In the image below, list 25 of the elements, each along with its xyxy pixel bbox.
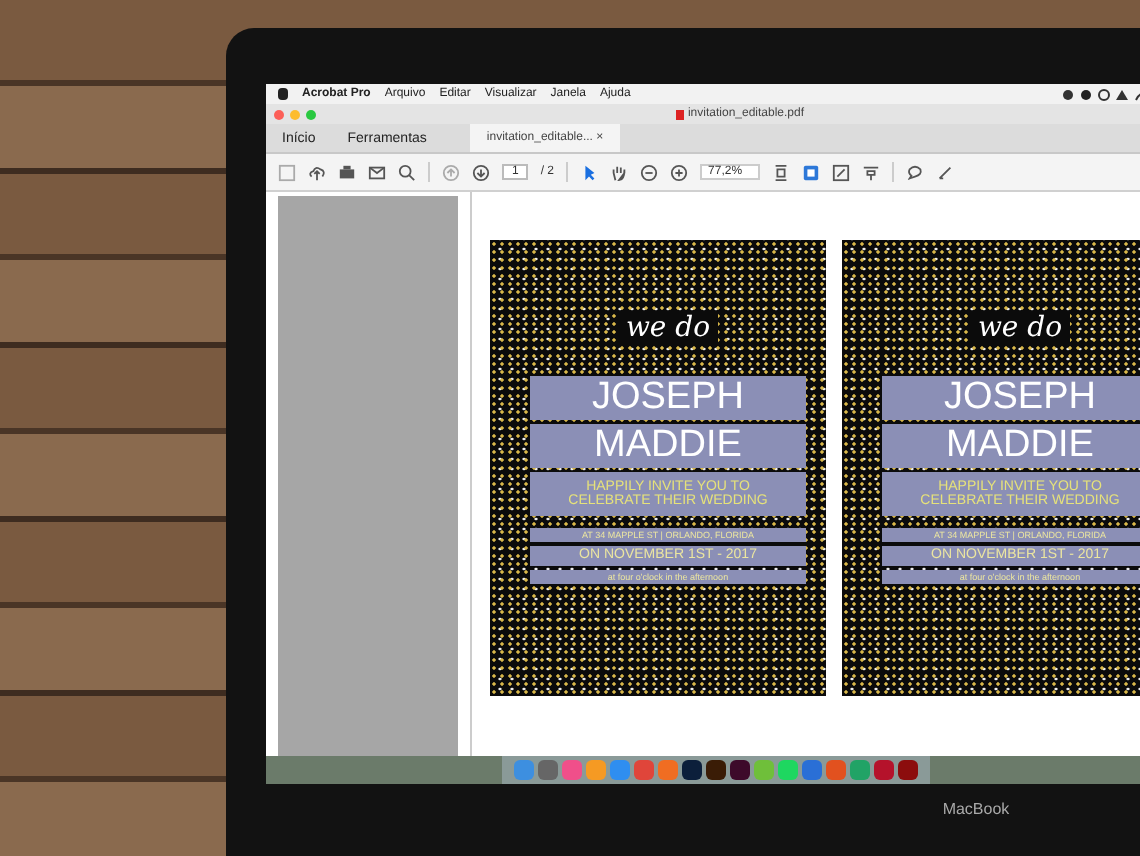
- zoom-out-icon[interactable]: [640, 163, 659, 181]
- pen-icon[interactable]: [936, 163, 955, 181]
- cursor-icon[interactable]: [580, 163, 599, 181]
- upload-cloud-icon[interactable]: [308, 163, 326, 181]
- name-plate: JOSEPH: [882, 376, 1140, 420]
- status-icons[interactable]: [1062, 87, 1140, 101]
- zoom-in-icon[interactable]: [670, 163, 689, 181]
- laptop-label: MacBook: [940, 798, 1012, 818]
- page-down-icon[interactable]: [472, 163, 490, 181]
- close-icon[interactable]: [274, 109, 284, 119]
- name-plate: JOSEPH: [530, 376, 806, 420]
- stamp-icon[interactable]: [862, 163, 881, 181]
- comment-icon[interactable]: [906, 163, 925, 181]
- script-heading: we do: [617, 312, 719, 344]
- print-icon[interactable]: [338, 163, 356, 181]
- full-screen-icon[interactable]: [832, 163, 851, 181]
- scroll-mode-icon[interactable]: [802, 163, 821, 181]
- pdf-icon: [675, 109, 684, 119]
- name-plate: MADDIE: [530, 424, 806, 468]
- search-icon[interactable]: [398, 163, 416, 181]
- mail-icon[interactable]: [368, 163, 386, 181]
- hand-icon[interactable]: [610, 163, 629, 181]
- script-heading: we do: [969, 312, 1071, 344]
- fit-page-icon[interactable]: [772, 163, 791, 181]
- name-plate: MADDIE: [882, 424, 1140, 468]
